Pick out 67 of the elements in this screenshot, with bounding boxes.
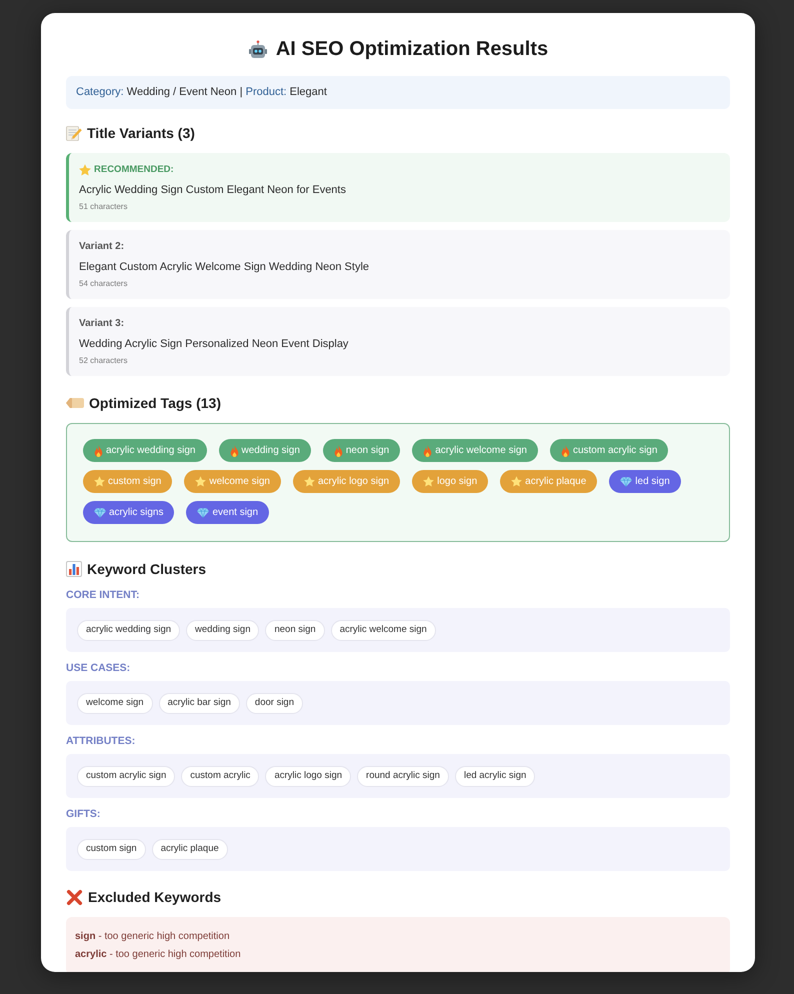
keyword-chip: neon sign (265, 620, 325, 640)
star-icon (304, 476, 315, 487)
gem-icon (620, 476, 632, 486)
seo-tag: led sign (609, 470, 681, 493)
keyword-chip: round acrylic sign (357, 766, 449, 786)
cluster-label: CORE INTENT: (66, 589, 140, 601)
section-heading: Excluded Keywords (88, 888, 222, 906)
keyword-chip: acrylic plaque (152, 838, 228, 860)
seo-tag: wedding sign (218, 439, 311, 462)
tag-icon (66, 398, 84, 408)
excluded-keyword-text: acrylic - too generic high competition (75, 948, 242, 962)
seo-tag: custom acrylic sign (550, 439, 668, 462)
robot-icon (248, 40, 268, 58)
gem-icon (197, 508, 210, 518)
seo-tag: acrylic signs (83, 501, 174, 524)
flame-icon (334, 444, 343, 456)
keyword-chip: acrylic welcome sign (330, 620, 436, 640)
cluster-label: ATTRIBUTES: (66, 735, 136, 747)
variant-title: Wedding Acrylic Sign Personalized Neon Event Display (79, 337, 350, 352)
cluster-label: GIFTS: (66, 808, 102, 820)
seo-tag: acrylic plaque (500, 470, 598, 493)
flame-icon (560, 444, 570, 456)
keyword-chip: acrylic wedding sign (77, 620, 180, 640)
seo-tag: acrylic logo sign (292, 470, 400, 493)
star-icon (423, 476, 434, 487)
keyword-chip: custom acrylic (181, 766, 260, 786)
dialog-title: AI SEO Optimization Results (276, 37, 548, 62)
cluster-label: USE CASES: (66, 662, 132, 674)
keyword-chip: custom sign (77, 838, 146, 860)
character-count: 54 characters (79, 278, 128, 290)
seo-tag: neon sign (322, 439, 400, 462)
seo-tag: acrylic wedding sign (83, 439, 206, 462)
seo-tag: event sign (186, 501, 270, 524)
keyword-chip: door sign (246, 692, 304, 714)
seo-tag: custom sign (83, 470, 172, 493)
variant-title: Elegant Custom Acrylic Welcome Sign Wedding Neon Style (79, 260, 370, 275)
section-heading: Title Variants (3) (87, 124, 195, 142)
variant-label: Variant 2: (79, 240, 124, 254)
star-icon (195, 476, 206, 487)
cross-icon (66, 888, 83, 906)
section-heading: Keyword Clusters (87, 560, 206, 578)
star-icon (511, 476, 522, 487)
star-icon (94, 476, 105, 487)
flame-icon (423, 444, 432, 456)
seo-tag: acrylic welcome sign (412, 439, 538, 462)
keyword-chip: welcome sign (77, 692, 153, 714)
summary-text: Category: Wedding / Event Neon | Product: Elegant (76, 85, 327, 100)
section-heading: Optimized Tags (13) (89, 394, 221, 412)
character-count: 51 characters (79, 201, 128, 213)
keyword-chip: acrylic bar sign (158, 692, 240, 714)
bar-chart-icon (66, 561, 82, 577)
character-count: 52 characters (79, 355, 128, 367)
flame-icon (230, 444, 238, 456)
keyword-chip: led acrylic sign (454, 766, 536, 786)
star-icon (79, 164, 91, 176)
variant-title: Acrylic Wedding Sign Custom Elegant Neon for Events (79, 183, 347, 198)
memo-pencil-icon (66, 125, 82, 141)
seo-tag: welcome sign (184, 470, 281, 493)
excluded-keyword-text: sign - too generic high competition (75, 930, 231, 944)
flame-icon (94, 444, 103, 456)
variant-label: RECOMMENDED: (94, 163, 174, 177)
keyword-chip: wedding sign (186, 620, 260, 640)
variant-label: Variant 3: (79, 317, 124, 331)
seo-tag: logo sign (412, 470, 488, 493)
keyword-chip: acrylic logo sign (265, 766, 352, 786)
keyword-chip: custom acrylic sign (77, 766, 176, 786)
gem-icon (94, 508, 106, 518)
